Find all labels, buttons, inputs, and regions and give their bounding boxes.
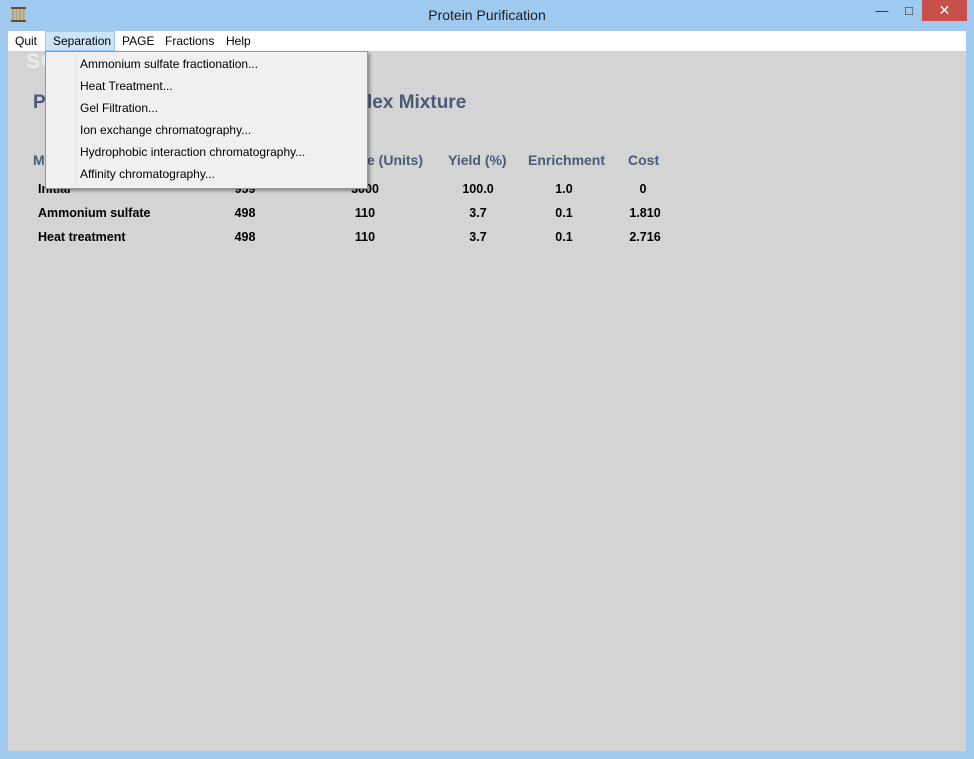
menu-help[interactable]: Help [219,31,258,51]
mixture-heading-end: lex Mixture [367,92,467,113]
title-bar: Protein Purification — □ ✕ [0,0,974,31]
maximize-button[interactable]: □ [896,0,922,21]
row-initial-yield: 100.0 [462,182,494,196]
separation-dropdown-menu: Ammonium sulfate fractionation... Heat T… [45,51,368,189]
row-ammonium-protein: 498 [234,206,256,220]
menu-page[interactable]: PAGE [115,31,161,51]
row-ammonium-enrichment: 0.1 [555,206,573,220]
row-heat-yield: 3.7 [469,230,487,244]
column-header-cost: Cost [628,152,660,168]
menu-quit[interactable]: Quit [8,31,44,51]
column-header-activity: e (Units) [367,152,423,168]
row-heat-protein: 498 [234,230,256,244]
column-header-yield: Yield (%) [448,152,507,168]
row-heat-activity: 110 [354,230,376,244]
row-ammonium-method: Ammonium sulfate [38,206,151,220]
row-initial-enrichment: 1.0 [555,182,573,196]
menu-item-ammonium-sulfate[interactable]: Ammonium sulfate fractionation... [80,53,258,75]
minimize-button[interactable]: — [868,0,896,21]
mixture-heading-start: P [33,92,46,113]
column-header-method: M [33,152,45,168]
row-ammonium-yield: 3.7 [469,206,487,220]
row-ammonium-activity: 110 [354,206,376,220]
menu-separation[interactable]: Separation [45,31,115,51]
row-ammonium-cost: 1.810 [629,206,661,220]
menu-item-heat-treatment[interactable]: Heat Treatment... [80,75,173,97]
menu-item-affinity[interactable]: Affinity chromatography... [80,163,215,185]
menu-bar: Quit Separation PAGE Fractions Help [8,31,966,51]
window-title: Protein Purification [428,7,546,23]
menu-gutter-divider [75,54,76,186]
row-heat-method: Heat treatment [38,230,126,244]
row-heat-enrichment: 0.1 [555,230,573,244]
menu-item-gel-filtration[interactable]: Gel Filtration... [80,97,158,119]
menu-item-ion-exchange[interactable]: Ion exchange chromatography... [80,119,251,141]
row-heat-cost: 2.716 [629,230,661,244]
column-header-enrichment: Enrichment [528,152,606,168]
row-initial-cost: 0 [639,182,647,196]
close-button[interactable]: ✕ [922,0,967,21]
menu-item-hydrophobic-interaction[interactable]: Hydrophobic interaction chromatography..… [80,141,305,163]
menu-fractions[interactable]: Fractions [158,31,221,51]
